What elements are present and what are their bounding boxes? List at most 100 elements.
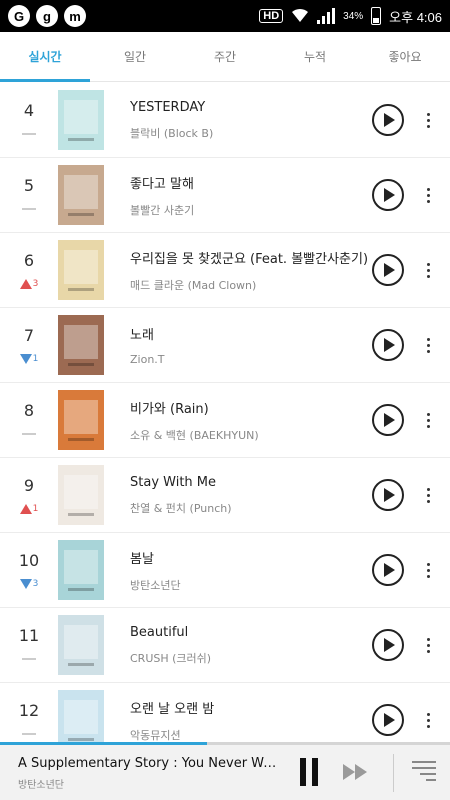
song-info[interactable]: Beautiful CRUSH (크러쉬) [130,625,372,666]
album-art[interactable] [58,540,104,600]
tab-weekly[interactable]: 주간 [180,32,270,81]
play-icon [384,638,395,652]
album-art[interactable] [58,315,104,375]
album-art[interactable] [58,465,104,525]
chart-tabs: 실시간 일간 주간 누적 좋아요 [0,32,450,82]
play-button[interactable] [372,179,404,211]
more-options-button[interactable] [418,412,438,428]
playlist-icon[interactable] [408,759,436,785]
album-art[interactable] [58,165,104,225]
play-button[interactable] [372,404,404,436]
now-playing-bar[interactable]: A Supplementary Story : You Never Wa… 방탄… [0,742,450,800]
song-artist: 블락비 (Block B) [130,126,214,140]
play-icon [384,713,395,727]
song-info[interactable]: 봄날 방탄소년단 [130,548,372,593]
song-title: Stay With Me [130,474,217,490]
more-options-button[interactable] [418,262,438,278]
signal-icon [317,8,336,24]
tab-likes[interactable]: 좋아요 [360,32,450,81]
rank-number: 7 [23,325,35,345]
now-playing-title[interactable]: A Supplementary Story : You Never Wa… [18,756,278,771]
song-info[interactable]: 오랜 날 오랜 밤 악동뮤지션 [130,698,372,743]
play-icon [384,188,395,202]
chart-row[interactable]: 5 좋다고 말해 볼빨간 사춘기 [0,158,450,233]
play-button[interactable] [372,554,404,586]
wifi-icon [291,7,309,26]
play-button[interactable] [372,479,404,511]
chart-row[interactable]: 7 1 노래 Zion.T [0,308,450,383]
song-info[interactable]: 비가와 (Rain) 소유 & 백현 (BAEKHYUN) [130,398,372,443]
chart-row[interactable]: 6 3 우리집을 못 찾겠군요 (Feat. 볼빨간사춘기) 매드 클라운 (Mad … [0,233,450,308]
rank-column: 5 [0,176,58,215]
album-art[interactable] [58,90,104,150]
song-info[interactable]: 노래 Zion.T [130,324,372,366]
rank-column: 91 [0,476,58,515]
song-info[interactable]: 우리집을 못 찾겠군요 (Feat. 볼빨간사춘기) 매드 클라운 (Mad Cl… [130,248,372,293]
more-options-button[interactable] [418,562,438,578]
chart-row[interactable]: 4 YESTERDAY 블락비 (Block B) [0,83,450,158]
tab-cumulative[interactable]: 누적 [270,32,360,81]
more-options-button[interactable] [418,487,438,503]
chart-row[interactable]: 8 비가와 (Rain) 소유 & 백현 (BAEKHYUN) [0,383,450,458]
rank-number: 11 [18,625,40,645]
rank-same-indicator [22,728,36,740]
song-artist: 소유 & 백현 (BAEKHYUN) [130,428,259,442]
more-options-button[interactable] [418,637,438,653]
song-artist: Zion.T [130,353,165,366]
rank-up-indicator: 1 [19,503,39,515]
album-art[interactable] [58,240,104,300]
more-options-button[interactable] [418,187,438,203]
play-icon [384,488,395,502]
tab-daily[interactable]: 일간 [90,32,180,81]
rank-number: 8 [23,400,35,420]
playback-progress[interactable] [0,742,450,745]
play-button[interactable] [372,629,404,661]
clock: 오후 4:06 [389,9,442,25]
more-options-button[interactable] [418,337,438,353]
song-title: YESTERDAY [130,99,206,115]
chart-row[interactable]: 11 Beautiful CRUSH (크러쉬) [0,608,450,683]
play-button[interactable] [372,104,404,136]
rank-change: 1 [32,353,39,364]
more-options-button[interactable] [418,112,438,128]
status-bar: G g m HD 34% 오후 4:06 [0,0,450,32]
rank-column: 11 [0,626,58,665]
rank-number: 6 [23,250,35,270]
rank-number: 5 [23,175,35,195]
tab-realtime[interactable]: 실시간 [0,32,90,82]
arrow-down-icon [19,353,32,364]
more-options-button[interactable] [418,712,438,728]
play-icon [384,338,395,352]
play-button[interactable] [372,254,404,286]
play-icon [384,563,395,577]
song-info[interactable]: 좋다고 말해 볼빨간 사춘기 [130,173,372,218]
rank-number: 10 [18,550,40,570]
song-title: 우리집을 못 찾겠군요 (Feat. 볼빨간사춘기) [130,251,369,267]
chart-row[interactable]: 9 1 Stay With Me 찬열 & 펀치 (Punch) [0,458,450,533]
song-info[interactable]: YESTERDAY 블락비 (Block B) [130,100,372,141]
rank-same-indicator [22,203,36,215]
messenger-icon: m [64,5,86,27]
next-button[interactable] [343,764,367,780]
notification-icon: g [36,5,58,27]
rank-change: 3 [32,578,39,589]
chart-row[interactable]: 12 오랜 날 오랜 밤 악동뮤지션 [0,683,450,743]
play-button[interactable] [372,704,404,736]
play-button[interactable] [372,329,404,361]
album-art[interactable] [58,615,104,675]
rank-column: 12 [0,701,58,740]
arrow-up-icon [19,503,32,514]
song-info[interactable]: Stay With Me 찬열 & 펀치 (Punch) [130,475,372,516]
song-title: 오랜 날 오랜 밤 [130,701,215,717]
chart-list[interactable]: 4 YESTERDAY 블락비 (Block B) 5 좋다고 말해 볼빨간 사춘기 6 3 우… [0,83,450,743]
divider [393,754,394,792]
pause-button[interactable] [300,758,322,786]
song-title: 봄날 [130,551,154,567]
rank-down-indicator: 1 [19,353,39,365]
battery-icon [371,7,382,25]
album-art[interactable] [58,390,104,450]
rank-change: 1 [32,503,39,514]
play-icon [384,263,395,277]
album-art[interactable] [58,690,104,743]
chart-row[interactable]: 10 3 봄날 방탄소년단 [0,533,450,608]
